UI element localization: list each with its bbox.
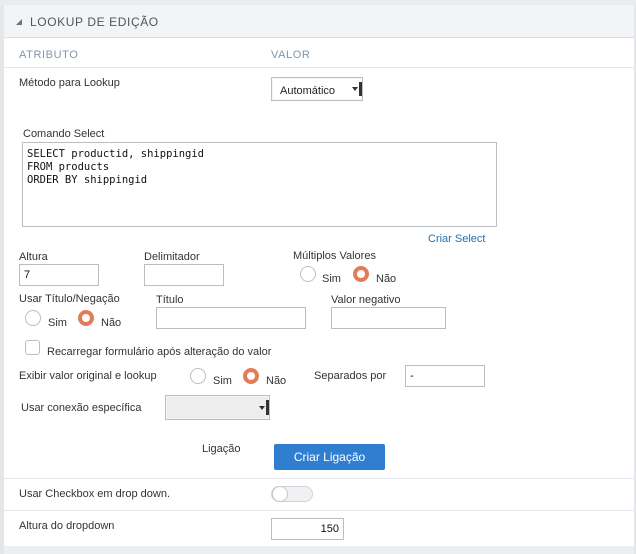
title-field-input[interactable] [156,307,306,329]
row-divider [4,478,634,479]
section-header[interactable]: LOOKUP DE EDIÇÃO [4,5,634,38]
height-label: Altura [19,251,48,263]
panel-footer [4,546,634,554]
show-original-yes-label: Sim [213,375,232,387]
specific-connection-label: Usar conexão específica [21,402,142,414]
title-field-label: Título [156,294,184,306]
checkbox-dropdown-toggle[interactable] [271,486,313,502]
lookup-method-select[interactable]: Automático [271,77,363,101]
multiple-values-no-radio[interactable] [353,266,369,282]
create-link-button[interactable]: Criar Ligação [274,444,385,470]
create-select-link[interactable]: Criar Select [428,233,485,245]
chevron-down-icon [259,405,265,410]
column-header-row: ATRIBUTO VALOR [4,38,634,68]
reload-form-checkbox[interactable] [25,340,40,355]
multiple-values-no-label: Não [376,273,397,285]
negative-value-input[interactable] [331,307,446,329]
section-title: LOOKUP DE EDIÇÃO [30,15,159,29]
show-original-label: Exibir valor original e lookup [19,370,157,382]
title-negation-no-label: Não [101,317,122,329]
reload-form-label: Recarregar formulário após alteração do … [47,346,272,358]
toggle-knob [272,486,288,502]
select-bar [359,82,362,96]
column-header-attribute: ATRIBUTO [19,49,79,61]
select-command-textarea[interactable]: SELECT productid, shippingid FROM produc… [22,142,497,227]
multiple-values-yes-radio[interactable] [300,266,316,282]
title-negation-label: Usar Título/Negação [19,293,120,305]
lookup-method-value: Automático [280,85,336,97]
show-original-yes-radio[interactable] [190,368,206,384]
multiple-values-label: Múltiplos Valores [293,250,376,262]
separated-by-input[interactable]: - [405,365,485,387]
row-divider [4,510,634,511]
title-negation-yes-label: Sim [48,317,67,329]
height-input[interactable]: 7 [19,264,99,286]
separated-by-label: Separados por [314,370,387,382]
delimiter-input[interactable] [144,264,224,286]
show-original-no-label: Não [266,375,287,387]
lookup-method-label: Método para Lookup [19,77,120,89]
title-negation-no-radio[interactable] [78,310,94,326]
dropdown-height-input[interactable]: 150 [271,518,344,540]
chevron-down-icon [352,87,358,91]
multiple-values-yes-label: Sim [322,273,341,285]
show-original-no-radio[interactable] [243,368,259,384]
select-command-label: Comando Select [23,128,105,140]
delimiter-label: Delimitador [144,251,200,263]
dropdown-height-label: Altura do dropdown [19,520,115,532]
specific-connection-select[interactable] [165,395,270,420]
collapse-triangle-icon[interactable] [16,19,22,25]
link-section-label: Ligação [202,443,241,455]
checkbox-dropdown-label: Usar Checkbox em drop down. [19,488,171,500]
column-header-value: VALOR [271,49,311,61]
title-negation-yes-radio[interactable] [25,310,41,326]
select-bar [266,400,269,415]
negative-value-label: Valor negativo [331,294,401,306]
